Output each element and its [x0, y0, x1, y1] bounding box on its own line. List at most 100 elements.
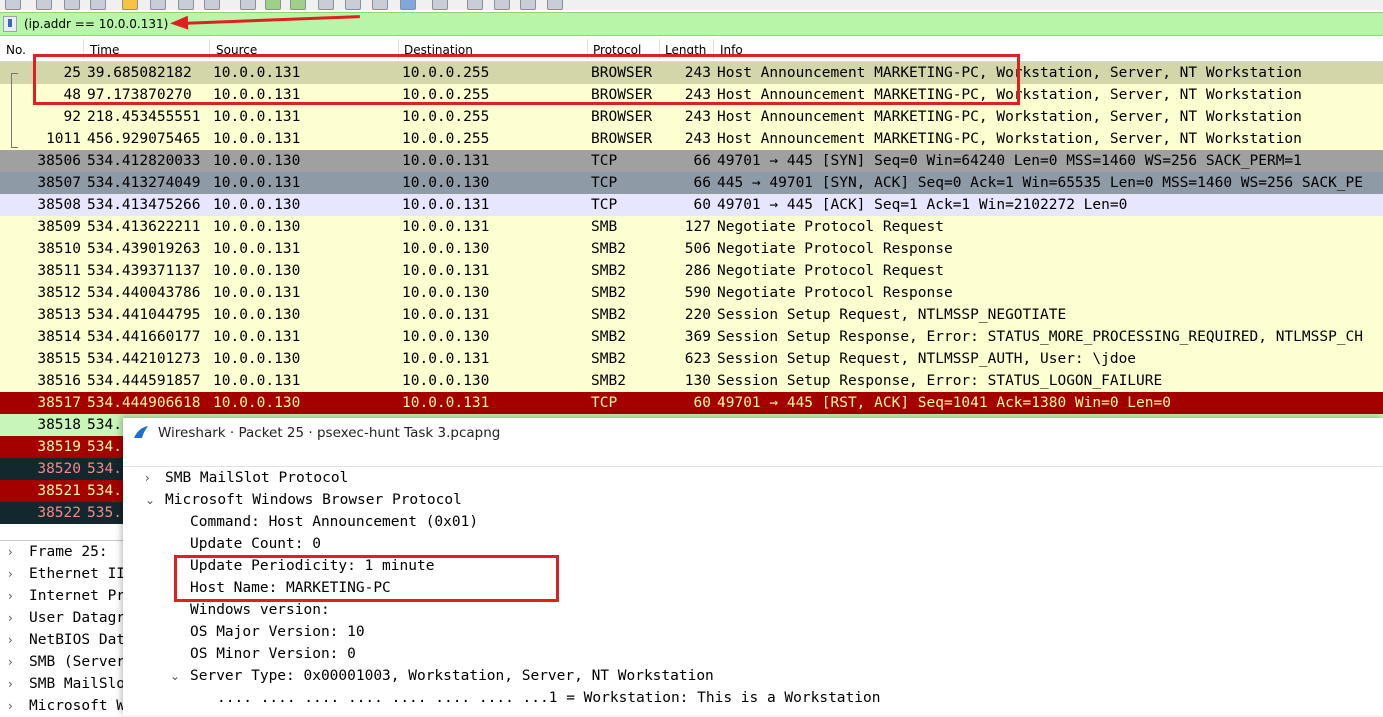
- expand-chevron-icon[interactable]: ›: [8, 563, 13, 585]
- packet-source: 10.0.0.130: [213, 351, 301, 367]
- tree-row[interactable]: Windows version:: [123, 599, 1383, 621]
- toolbar-icon[interactable]: [178, 0, 194, 10]
- dialog-title: Wireshark · Packet 25 · psexec-hunt Task…: [158, 425, 501, 441]
- packet-time: 534.: [87, 439, 122, 455]
- detail-label: NetBIOS Dat: [29, 632, 126, 648]
- packet-source: 10.0.0.130: [213, 395, 301, 411]
- zoom-reset-icon[interactable]: [520, 0, 536, 10]
- detail-row[interactable]: › User Datagr: [0, 607, 130, 629]
- packet-row[interactable]: 38514 534.441660177 10.0.0.131 10.0.0.130 SM…: [0, 326, 1383, 348]
- packet-source: 10.0.0.131: [213, 109, 301, 125]
- packet-source: 10.0.0.131: [213, 373, 301, 389]
- packet-row[interactable]: 38510 534.439019263 10.0.0.131 10.0.0.130 SM…: [0, 238, 1383, 260]
- expand-chevron-icon[interactable]: ›: [8, 673, 13, 695]
- forward-arrow-icon[interactable]: [290, 0, 306, 10]
- search-icon[interactable]: [240, 0, 256, 10]
- expand-chevron-icon[interactable]: ›: [8, 585, 13, 607]
- expand-chevron-icon[interactable]: ›: [8, 695, 13, 717]
- main-toolbar: [0, 0, 1383, 10]
- expand-chevron-icon[interactable]: ›: [8, 607, 13, 629]
- detail-row[interactable]: › SMB (Server: [0, 651, 130, 673]
- display-filter-input[interactable]: (ip.addr == 10.0.0.131): [24, 17, 168, 31]
- tree-row[interactable]: › SMB MailSlot Protocol: [123, 467, 1383, 489]
- chevron-down-icon[interactable]: ⌄: [145, 489, 155, 511]
- detail-row[interactable]: › SMB MailSlo: [0, 673, 130, 695]
- packet-row[interactable]: 38509 534.413622211 10.0.0.130 10.0.0.131 SM…: [0, 216, 1383, 238]
- highlight-box: [174, 555, 559, 602]
- tree-row[interactable]: ⌄ Server Type: 0x00001003, Workstation, S…: [123, 665, 1383, 687]
- packet-time: 534.: [87, 483, 122, 499]
- column-header-no[interactable]: No.: [6, 43, 26, 57]
- toolbar-icon[interactable]: [36, 0, 52, 10]
- packet-time: 534.439019263: [87, 241, 201, 257]
- packet-time: 534.: [87, 417, 122, 433]
- expand-chevron-icon[interactable]: ›: [8, 629, 13, 651]
- tree-row[interactable]: OS Major Version: 10: [123, 621, 1383, 643]
- tree-row[interactable]: ⌄ Microsoft Windows Browser Protocol: [123, 489, 1383, 511]
- detail-row[interactable]: › NetBIOS Dat: [0, 629, 130, 651]
- colorize-icon[interactable]: [400, 0, 416, 10]
- zoom-out-icon[interactable]: [494, 0, 510, 10]
- toolbar-icon[interactable]: [372, 0, 388, 10]
- packet-row[interactable]: 1011 456.929075465 10.0.0.131 10.0.0.255 BRO…: [0, 128, 1383, 150]
- packet-number: 38517: [37, 395, 81, 411]
- packet-row[interactable]: 38517 534.444906618 10.0.0.130 10.0.0.131 TC…: [0, 392, 1383, 414]
- detail-label: Frame 25:: [29, 544, 117, 560]
- packet-protocol: TCP: [591, 395, 618, 411]
- detail-row[interactable]: › Microsoft W: [0, 695, 130, 717]
- chevron-right-icon[interactable]: ›: [145, 467, 150, 489]
- tree-label: SMB MailSlot Protocol: [165, 470, 349, 486]
- packet-number: 38511: [37, 263, 81, 279]
- toolbar-icon[interactable]: [204, 0, 220, 10]
- packet-row[interactable]: 38516 534.444591857 10.0.0.131 10.0.0.130 SM…: [0, 370, 1383, 392]
- packet-number: 38516: [37, 373, 81, 389]
- tree-row[interactable]: .... .... .... .... .... .... .... ...1 …: [123, 687, 1383, 709]
- packet-protocol: SMB2: [591, 329, 626, 345]
- detail-row[interactable]: › Frame 25:: [0, 541, 130, 563]
- packet-length: 286: [684, 263, 711, 279]
- detail-row[interactable]: › Internet Pr: [0, 585, 130, 607]
- chevron-down-icon[interactable]: ⌄: [170, 665, 180, 687]
- expand-chevron-icon[interactable]: ›: [8, 651, 13, 673]
- tree-row[interactable]: Update Count: 0: [123, 533, 1383, 555]
- packet-row[interactable]: 38508 534.413475266 10.0.0.130 10.0.0.131 TC…: [0, 194, 1383, 216]
- toolbar-icon[interactable]: [5, 0, 21, 10]
- packet-length: 60: [693, 395, 711, 411]
- packet-protocol: SMB2: [591, 263, 626, 279]
- resize-columns-icon[interactable]: [547, 0, 563, 10]
- packet-row[interactable]: 38506 534.412820033 10.0.0.130 10.0.0.131 TC…: [0, 150, 1383, 172]
- toolbar-icon[interactable]: [432, 0, 448, 10]
- packet-destination: 10.0.0.130: [402, 329, 490, 345]
- packet-length: 127: [684, 219, 711, 235]
- packet-row[interactable]: 38515 534.442101273 10.0.0.130 10.0.0.131 SM…: [0, 348, 1383, 370]
- toolbar-icon[interactable]: [345, 0, 361, 10]
- packet-row[interactable]: 92 218.453455551 10.0.0.131 10.0.0.255 BROWS…: [0, 106, 1383, 128]
- toolbar-icon[interactable]: [64, 0, 80, 10]
- expand-chevron-icon[interactable]: ›: [8, 541, 13, 563]
- detail-label: SMB MailSlo: [29, 676, 126, 692]
- packet-destination: 10.0.0.131: [402, 219, 490, 235]
- packet-time: 534.442101273: [87, 351, 201, 367]
- packet-protocol: SMB2: [591, 241, 626, 257]
- highlight-box: [33, 54, 1020, 105]
- packet-source: 10.0.0.130: [213, 307, 301, 323]
- packet-row[interactable]: 38513 534.441044795 10.0.0.130 10.0.0.131 SM…: [0, 304, 1383, 326]
- open-folder-icon[interactable]: [122, 0, 138, 10]
- tree-row[interactable]: OS Minor Version: 0: [123, 643, 1383, 665]
- tree-row[interactable]: Command: Host Announcement (0x01): [123, 511, 1383, 533]
- packet-row[interactable]: 38507 534.413274049 10.0.0.131 10.0.0.130 TC…: [0, 172, 1383, 194]
- detail-row[interactable]: › Ethernet II: [0, 563, 130, 585]
- packet-source: 10.0.0.131: [213, 131, 301, 147]
- toolbar-icon[interactable]: [318, 0, 334, 10]
- toolbar-icon[interactable]: [90, 0, 106, 10]
- display-filter-bar[interactable]: (ip.addr == 10.0.0.131): [0, 12, 1383, 36]
- tree-label: .... .... .... .... .... .... .... ...1 …: [217, 690, 881, 706]
- packet-row[interactable]: 38512 534.440043786 10.0.0.131 10.0.0.130 SM…: [0, 282, 1383, 304]
- zoom-in-icon[interactable]: [467, 0, 483, 10]
- back-arrow-icon[interactable]: [265, 0, 281, 10]
- packet-destination: 10.0.0.130: [402, 241, 490, 257]
- toolbar-icon[interactable]: [150, 0, 166, 10]
- packet-row[interactable]: 38511 534.439371137 10.0.0.130 10.0.0.131 SM…: [0, 260, 1383, 282]
- packet-number: 38510: [37, 241, 81, 257]
- bookmark-icon[interactable]: [3, 16, 17, 32]
